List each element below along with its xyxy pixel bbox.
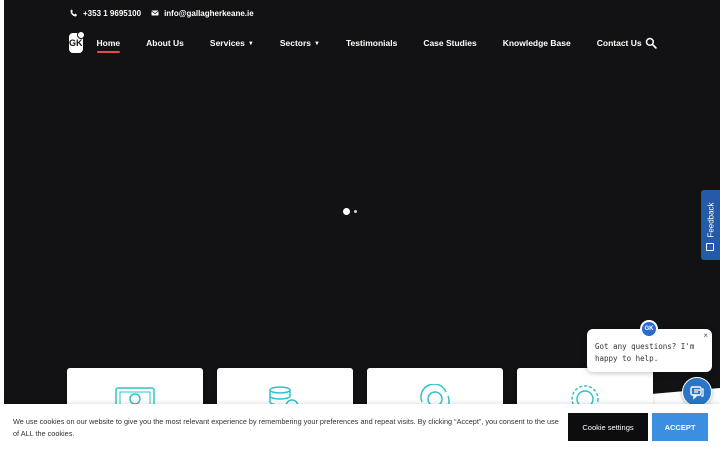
main-navigation: GK Home About Us Services ▼ Sectors ▼ Test… [69, 31, 661, 54]
chat-message: Got any questions? I'm happy to help. [595, 342, 695, 363]
search-icon[interactable] [645, 37, 657, 49]
feedback-tab[interactable]: Feedback [701, 190, 720, 260]
avatar-text: GK [644, 326, 654, 332]
slider-dot[interactable] [354, 210, 357, 213]
chevron-down-icon: ▼ [314, 41, 320, 47]
logo-text: GK [69, 38, 83, 48]
chat-launcher-button[interactable] [682, 377, 712, 407]
chevron-down-icon: ▼ [247, 41, 254, 47]
nav-home[interactable]: Home [96, 38, 120, 53]
nav-services-label: Services [209, 38, 245, 48]
nav-case-studies[interactable]: Case Studies [423, 38, 476, 48]
slider-dot-active[interactable] [343, 208, 350, 215]
nav-about-us[interactable]: About Us [146, 38, 184, 48]
phone-number: +353 1 9695100 [83, 8, 142, 18]
cookie-settings-button[interactable]: Cookie settings [568, 413, 648, 441]
email-address: info@gallagherkeane.ie [164, 8, 254, 18]
nav-knowledge-base[interactable]: Knowledge Base [503, 38, 571, 48]
close-icon[interactable]: × [703, 331, 708, 340]
email-contact[interactable]: info@gallagherkeane.ie [151, 9, 254, 18]
phone-icon [70, 9, 77, 17]
feedback-icon [706, 243, 714, 251]
phone-contact[interactable]: +353 1 9695100 [70, 9, 141, 18]
chat-bubbles-icon [690, 386, 704, 400]
nav-services[interactable]: Services ▼ [210, 38, 254, 48]
nav-sectors-label: Sectors [279, 38, 312, 48]
nav-sectors[interactable]: Sectors ▼ [280, 38, 320, 48]
nav-contact-us[interactable]: Contact Us [597, 38, 642, 48]
envelope-icon [151, 10, 159, 16]
accept-cookies-button[interactable]: ACCEPT [652, 413, 708, 441]
cookie-message: We use cookies on our website to give yo… [13, 417, 559, 438]
feedback-label: Feedback [706, 202, 715, 238]
nav-links: Home About Us Services ▼ Sectors ▼ Testimo… [96, 38, 668, 53]
slider-pagination [343, 208, 357, 215]
site-logo[interactable]: GK [69, 31, 84, 53]
chat-agent-avatar: GK [640, 320, 658, 338]
top-contact-bar: +353 1 9695100 info@gallagherkeane.ie [70, 7, 254, 19]
nav-testimonials[interactable]: Testimonials [346, 38, 397, 48]
